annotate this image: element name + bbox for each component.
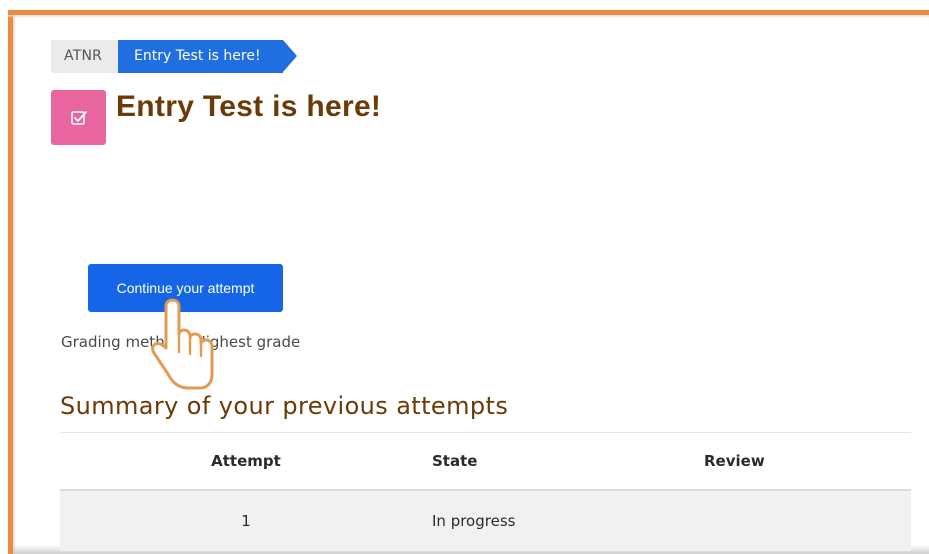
cell-review	[703, 490, 911, 551]
page-frame: ATNR Entry Test is here! Entry Test is h…	[0, 0, 929, 554]
quiz-checkbox-icon	[51, 90, 106, 145]
table-row: 1 In progress	[60, 490, 911, 551]
breadcrumb-item-atnr[interactable]: ATNR	[51, 40, 119, 73]
column-header-attempt: Attempt	[60, 432, 432, 491]
cell-state: In progress	[432, 490, 703, 551]
border-shadow	[13, 15, 16, 554]
table-header-row: Attempt State Review	[60, 432, 911, 491]
page-title: Entry Test is here!	[116, 90, 382, 123]
border-shadow	[8, 15, 929, 18]
hand-pointer-icon	[151, 298, 214, 390]
summary-heading: Summary of your previous attempts	[60, 392, 509, 420]
breadcrumb: ATNR Entry Test is here!	[51, 40, 297, 73]
attempts-table: Attempt State Review 1 In progress	[60, 432, 911, 551]
breadcrumb-item-current[interactable]: Entry Test is here!	[118, 40, 297, 73]
cell-attempt: 1	[60, 490, 432, 551]
column-header-state: State	[432, 432, 703, 491]
column-header-review: Review	[703, 432, 911, 491]
